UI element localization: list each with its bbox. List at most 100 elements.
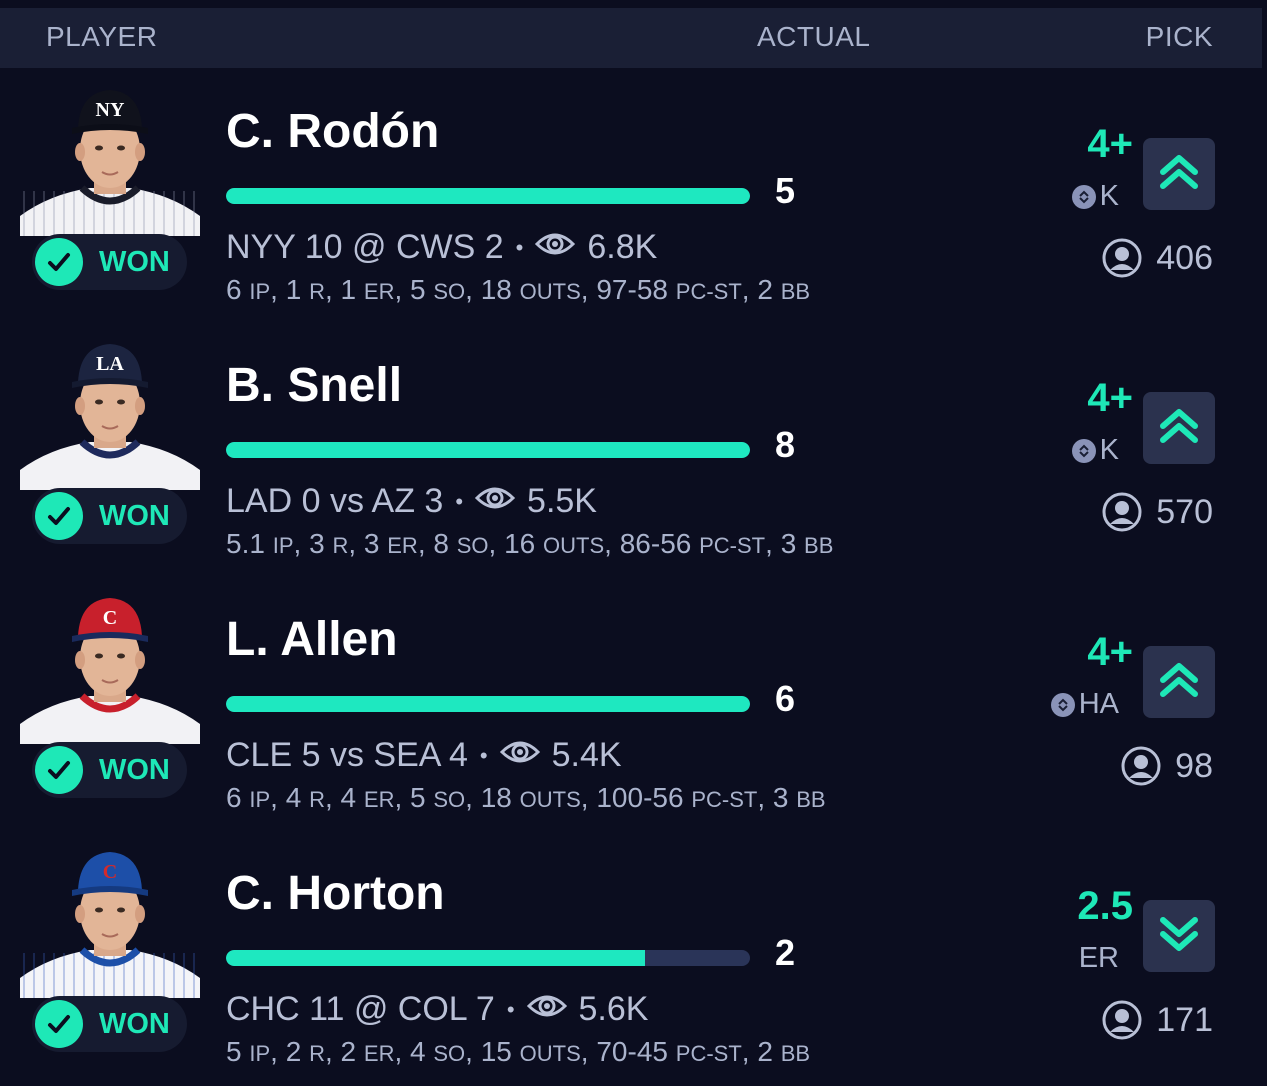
stat-value: 4 [410,1036,426,1067]
double-chevron-down-icon [1157,912,1201,961]
stat-value: 1 [285,274,302,305]
stat-value: 2 [757,274,773,305]
stat-value: 16 [504,528,536,559]
user-icon [1102,1000,1142,1040]
stat-value: 18 [480,782,512,813]
game-line: CLE 5 vs SEA 4 [226,736,468,774]
sort-icon [1071,184,1096,209]
sort-icon [1050,692,1075,717]
stat-unit: R [309,279,325,304]
stat-unit: OUTS [519,279,581,304]
pick-count: 570 [1102,492,1213,532]
stat-unit: SO [433,787,466,812]
pitching-stats: 5 IP, 2 R, 2 ER, 4 SO, 15 OUTS, 70-45 PC… [226,1036,811,1067]
pick-line: 4+ [1087,376,1133,420]
stat-value: 5 [410,782,426,813]
more-pick-button[interactable] [1143,646,1215,718]
svg-text:C: C [103,861,117,883]
player-headshot: LA [20,330,200,490]
stat-unit: ER [363,279,395,304]
player-name[interactable]: C. Rodón [226,104,439,159]
progress-bar [226,950,750,966]
double-chevron-up-icon [1157,404,1201,453]
stat-unit: R [332,533,349,558]
pick-count: 98 [1121,746,1213,786]
game-score: NYY 10 @ CWS 2 • 6.8K [226,228,657,267]
pick-count: 406 [1102,238,1213,278]
pick-count-value: 171 [1156,1000,1213,1039]
result-badge: WON [32,996,187,1052]
eye-icon [474,482,516,521]
svg-text:NY: NY [96,99,125,121]
header-pick: PICK [1145,21,1213,52]
progress-fill [226,188,750,204]
progress-fill [226,442,750,458]
stat-unit: OUTS [519,1041,581,1066]
svg-text:C: C [103,607,117,629]
pick-count-value: 98 [1175,746,1213,785]
game-line: LAD 0 vs AZ 3 [226,482,444,520]
player-name[interactable]: L. Allen [226,612,398,667]
pick-stat: HA [1050,688,1119,721]
stat-value: 3 [309,528,325,559]
stat-unit: IP [249,1041,271,1066]
stat-value: 15 [480,1036,512,1067]
stat-value: 1 [340,274,357,305]
more-pick-button[interactable] [1143,392,1215,464]
pitching-stats: 6 IP, 4 R, 4 ER, 5 SO, 18 OUTS, 100-56 P… [226,782,826,813]
player-row[interactable]: C WON C. Horton 2 CHC 11 @ COL 7 • 5.6K … [0,830,1267,1084]
stat-value: 6 [226,274,242,305]
result-label: WON [99,754,170,786]
pick-line: 4+ [1087,122,1133,166]
user-icon [1121,746,1161,786]
pitching-stats: 5.1 IP, 3 R, 3 ER, 8 SO, 16 OUTS, 86-56 … [226,528,834,559]
pick-count-value: 406 [1156,238,1213,277]
stat-value: 97-58 [596,274,668,305]
separator-dot: • [506,996,515,1022]
stat-unit: BB [780,1041,811,1066]
player-headshot: NY [20,76,200,236]
stat-value: 3 [780,528,797,559]
stat-unit: PC-ST [675,279,742,304]
check-icon [35,746,83,794]
less-pick-button[interactable] [1143,900,1215,972]
pick-stat-label: HA [1078,688,1119,720]
player-row[interactable]: NY WON C. Rodón 5 NYY 10 @ CWS 2 • 6.8K … [0,68,1267,322]
game-score: LAD 0 vs AZ 3 • 5.5K [226,482,597,521]
pick-count: 171 [1102,1000,1213,1040]
pick-line: 2.5 [1077,884,1133,928]
stat-unit: IP [249,279,271,304]
player-name[interactable]: B. Snell [226,358,402,413]
player-row[interactable]: LA WON B. Snell 8 LAD 0 vs AZ 3 • 5.5K 5… [0,322,1267,576]
header-actual: ACTUAL [757,21,871,52]
result-label: WON [99,500,170,532]
game-score: CLE 5 vs SEA 4 • 5.4K [226,736,622,775]
top-strip [0,0,1267,8]
progress-fill [226,696,750,712]
stat-value: 4 [340,782,357,813]
stat-unit: PC-ST [699,533,766,558]
actual-value: 2 [775,932,796,973]
actual-value: 5 [775,170,796,211]
pick-count-value: 570 [1156,492,1213,531]
stat-value: 100-56 [596,782,684,813]
stat-value: 2 [340,1036,357,1067]
actual-value: 8 [775,424,796,465]
svg-text:LA: LA [96,353,124,375]
result-badge: WON [32,742,187,798]
player-name[interactable]: C. Horton [226,866,445,921]
pick-stat-label: ER [1078,942,1119,974]
view-count: 6.8K [587,228,658,266]
stat-value: 3 [772,782,789,813]
player-row[interactable]: C WON L. Allen 6 CLE 5 vs SEA 4 • 5.4K 6… [0,576,1267,830]
stat-value: 5 [226,1036,242,1067]
table-header: PLAYER ACTUAL PICK [0,8,1262,68]
view-count: 5.6K [578,990,649,1028]
stat-value: 2 [285,1036,302,1067]
stat-unit: ER [363,787,395,812]
game-line: CHC 11 @ COL 7 [226,990,495,1028]
more-pick-button[interactable] [1143,138,1215,210]
stat-unit: BB [796,787,826,812]
stat-value: 3 [363,528,380,559]
check-icon [35,238,83,286]
